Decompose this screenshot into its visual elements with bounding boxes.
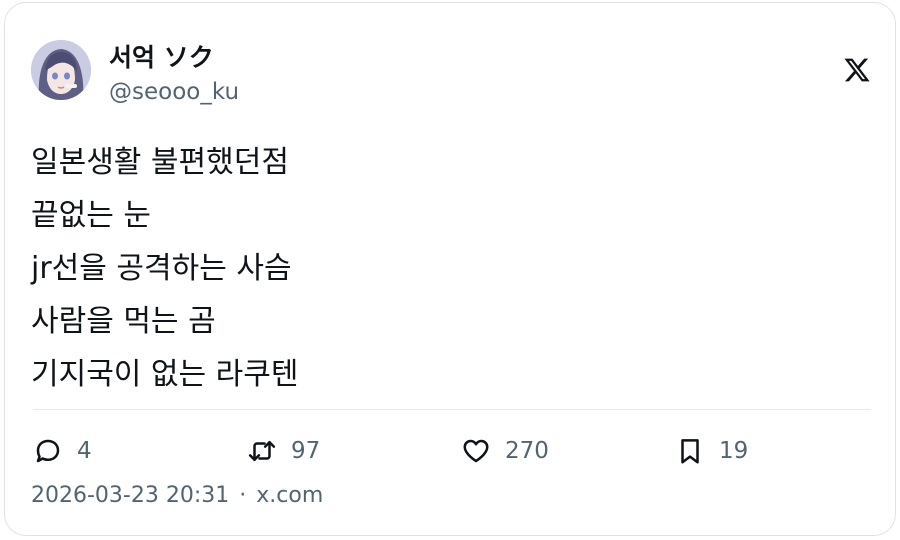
author-handle[interactable]: @seooo_ku	[109, 79, 239, 105]
post-card: 서억 ソク @seooo_ku 일본생활 불편했던점 끝없는 눈 jr선을 공격…	[4, 2, 896, 536]
repost-icon	[248, 441, 276, 461]
meta-separator: ·	[239, 483, 247, 508]
post-text: 일본생활 불편했던점 끝없는 눈 jr선을 공격하는 사슴 사람을 먹는 곰 기…	[31, 136, 298, 401]
like-button[interactable]: 270	[461, 433, 549, 469]
post-line: 일본생활 불편했던점	[31, 145, 289, 180]
heart-icon	[463, 439, 489, 463]
divider	[33, 409, 871, 410]
like-count: 270	[505, 438, 549, 464]
post-timestamp[interactable]: 2026-03-23 20:31	[31, 483, 229, 508]
post-meta: 2026-03-23 20:31 · x.com	[31, 483, 323, 508]
x-logo-icon[interactable]	[843, 55, 871, 85]
reply-icon	[36, 439, 60, 463]
anime-girl-avatar-icon	[31, 40, 91, 100]
bookmark-button[interactable]: 19	[675, 433, 748, 469]
repost-button[interactable]: 97	[247, 433, 320, 469]
source-link[interactable]: x.com	[256, 483, 323, 508]
post-line: 사람을 먹는 곰	[31, 304, 216, 339]
avatar[interactable]	[31, 40, 91, 100]
bookmark-count: 19	[719, 438, 749, 464]
post-line: 기지국이 없는 라쿠텐	[31, 357, 299, 392]
repost-count: 97	[291, 438, 321, 464]
reply-button[interactable]: 4	[33, 433, 92, 469]
bookmark-icon	[681, 439, 699, 464]
author-display-name[interactable]: 서억 ソク	[109, 38, 214, 74]
reply-count: 4	[77, 438, 92, 464]
post-line: jr선을 공격하는 사슴	[31, 251, 292, 286]
post-line: 끝없는 눈	[31, 198, 151, 233]
